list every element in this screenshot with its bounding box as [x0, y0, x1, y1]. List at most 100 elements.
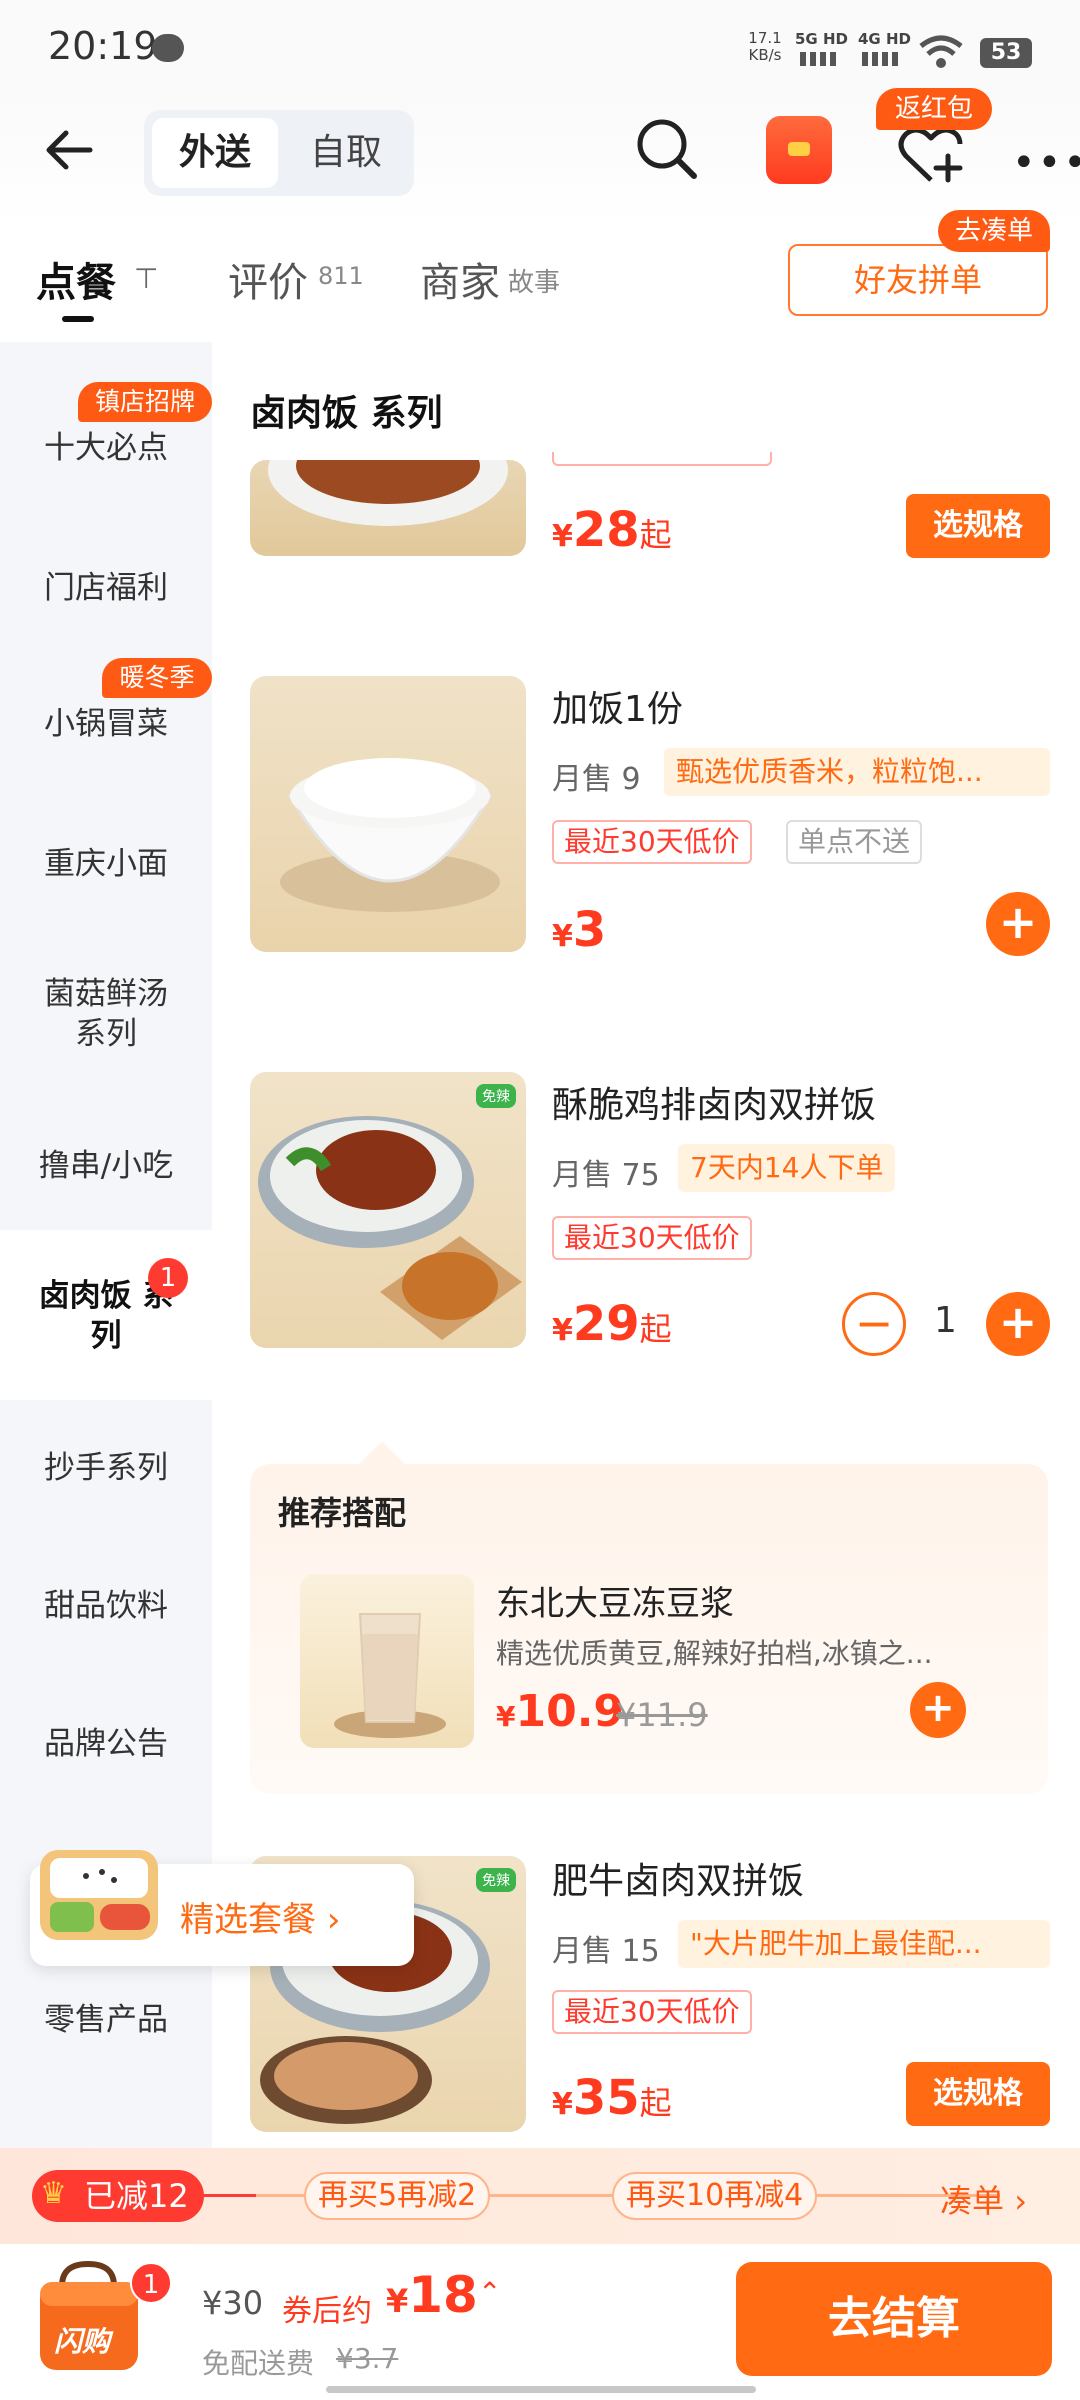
red-packet-icon[interactable] — [766, 116, 832, 184]
tab-merchant[interactable]: 商家 — [420, 250, 500, 308]
mode-pickup-tab[interactable]: 自取 — [290, 118, 402, 188]
favorite-add-icon[interactable] — [896, 122, 966, 186]
featured-set-text: 精选套餐 — [180, 1900, 316, 1940]
sidebar-badge-signature: 镇店招牌 — [78, 382, 212, 422]
sidebar-item-top10[interactable]: 十大必点 — [0, 428, 212, 468]
sidebar-item-welfare[interactable]: 门店福利 — [0, 568, 212, 608]
sidebar-item-desserts[interactable]: 甜品饮料 — [0, 1586, 212, 1626]
price-suffix: 起 — [639, 516, 672, 554]
cart-count-badge: 1 — [130, 2262, 172, 2304]
pin-top-icon[interactable]: ⊤ — [134, 262, 158, 295]
network-speed-value: 17.1 — [748, 29, 782, 47]
sidebar-item-noodles[interactable]: 重庆小面 — [0, 844, 212, 884]
more-menu-icon[interactable]: ••• — [1012, 140, 1080, 186]
item-price: ¥29起 — [552, 1296, 672, 1352]
recommend-item-price: ¥10.9 — [496, 1686, 624, 1737]
sidebar-item-hotpot[interactable]: 小锅冒菜 — [0, 704, 212, 744]
add-more-text: 凑单 — [940, 2182, 1005, 2220]
recommend-item-image[interactable] — [300, 1574, 474, 1748]
add-item-button[interactable]: + — [986, 892, 1050, 956]
item-name: 肥牛卤肉双拼饭 — [552, 1861, 805, 1902]
wifi-icon — [919, 35, 963, 68]
sidebar-item-label: 小锅冒菜 — [44, 706, 168, 742]
decrease-quantity-button[interactable]: − — [842, 1292, 906, 1356]
battery-indicator: 53 — [980, 38, 1032, 68]
section-title: 卤肉饭 系列 — [250, 393, 443, 434]
search-icon[interactable] — [632, 114, 702, 184]
price-symbol: ¥ — [552, 1313, 573, 1348]
sidebar-item-soup[interactable]: 菌菇鲜汤 系列 — [0, 974, 212, 1054]
select-spec-button[interactable]: 选规格 — [906, 494, 1050, 558]
add-more-link[interactable]: 凑单 › — [940, 2176, 1027, 2222]
discount-track-progress — [200, 2194, 256, 2197]
select-spec-button[interactable]: 选规格 — [906, 2062, 1050, 2126]
price-symbol: ¥ — [496, 1700, 516, 1733]
sidebar-item-snacks[interactable]: 撸串/小吃 — [0, 1146, 212, 1186]
after-coupon-label: 券后约 — [282, 2294, 372, 2329]
mode-delivery-tab[interactable]: 外送 — [152, 118, 278, 188]
bag-label: 闪购 — [54, 2325, 111, 2358]
category-count-badge: 1 — [148, 1258, 188, 1298]
crown-icon: ♛ — [40, 2176, 67, 2211]
recommend-item-name: 东北大豆冻豆浆 — [496, 1584, 734, 1624]
sidebar-item-announcement[interactable]: 品牌公告 — [0, 1724, 212, 1764]
price-symbol: ¥ — [552, 519, 573, 554]
item-name: 加饭1份 — [552, 689, 683, 730]
back-arrow-icon[interactable] — [40, 120, 100, 180]
network-speed: 17.1 KB/s — [745, 30, 785, 64]
item-image-rice[interactable] — [250, 676, 526, 952]
sidebar-item-label: 菌菇鲜汤 系列 — [44, 976, 168, 1052]
price-suffix: 起 — [639, 2084, 672, 2122]
increase-quantity-button[interactable]: + — [986, 1292, 1050, 1356]
recommend-title: 推荐搭配 — [278, 1494, 407, 1532]
status-time: 20:19 — [48, 24, 158, 68]
expand-details-icon[interactable]: ⌃ — [478, 2276, 501, 2309]
price-symbol: ¥ — [386, 2282, 409, 2320]
shopping-bag-icon[interactable]: 闪购 — [36, 2256, 142, 2374]
item-price: ¥3 — [552, 902, 606, 958]
discount-step-2: 再买5再减2 — [304, 2172, 491, 2220]
delivery-old-fee: ¥3.7 — [336, 2342, 399, 2375]
tab-order[interactable]: 点餐 — [36, 250, 116, 308]
network-speed-unit: KB/s — [748, 46, 782, 64]
free-delivery-label: 免配送费 — [202, 2347, 315, 2380]
low-price-tag: 最近30天低价 — [552, 1990, 752, 2034]
sidebar-item-label: 重庆小面 — [44, 846, 168, 882]
tab-indicator — [62, 316, 94, 322]
sidebar-item-label: 撸串/小吃 — [38, 1148, 174, 1184]
item-sales: 月售 75 — [552, 1158, 660, 1193]
add-recommend-button[interactable]: + — [910, 1682, 966, 1738]
home-indicator[interactable] — [326, 2386, 756, 2393]
price-suffix: 起 — [639, 1310, 672, 1348]
price-value: 3 — [572, 902, 607, 958]
item-image-chicken-combo[interactable]: 免辣 — [250, 1072, 526, 1348]
signal-bars-icon-2 — [862, 52, 902, 66]
chevron-right-icon: › — [326, 1900, 341, 1940]
checkout-button[interactable]: 去结算 — [736, 2262, 1052, 2376]
tab-reviews[interactable]: 评价 — [228, 250, 308, 308]
item-highlight-tag: 甄选优质香米，粒粒饱... — [664, 748, 1050, 796]
item-sales: 月售 9 — [552, 762, 641, 797]
group-order-button[interactable]: 好友拼单 — [788, 244, 1048, 316]
quantity-value: 1 — [934, 1300, 957, 1341]
signal-5g-label: 5G HD — [795, 30, 848, 48]
item-highlight-tag: "大片肥牛加上最佳配... — [678, 1920, 1050, 1968]
group-order-badge: 去凑单 — [938, 210, 1050, 252]
sidebar-item-wonton[interactable]: 抄手系列 — [0, 1448, 212, 1488]
item-price: ¥28起 — [552, 502, 672, 558]
item-name: 酥脆鸡排卤肉双拼饭 — [552, 1085, 877, 1126]
item-image-partial[interactable] — [250, 460, 526, 556]
sidebar-item-label: 甜品饮料 — [44, 1588, 168, 1624]
price-value: 29 — [572, 1296, 640, 1352]
after-coupon-price: ¥18 — [386, 2266, 478, 2324]
price-value: 35 — [572, 2070, 640, 2126]
chat-notification-icon — [152, 34, 184, 62]
price-symbol: ¥ — [552, 919, 573, 954]
no-spicy-badge: 免辣 — [476, 1868, 516, 1892]
featured-set-label[interactable]: 精选套餐 › — [180, 1892, 340, 1941]
bento-box-icon — [40, 1850, 158, 1940]
price-value: 18 — [408, 2266, 478, 2324]
sidebar-item-retail[interactable]: 零售产品 — [0, 2000, 212, 2040]
price-value: 10.9 — [515, 1686, 625, 1737]
signal-4g-label: 4G HD — [858, 30, 911, 48]
